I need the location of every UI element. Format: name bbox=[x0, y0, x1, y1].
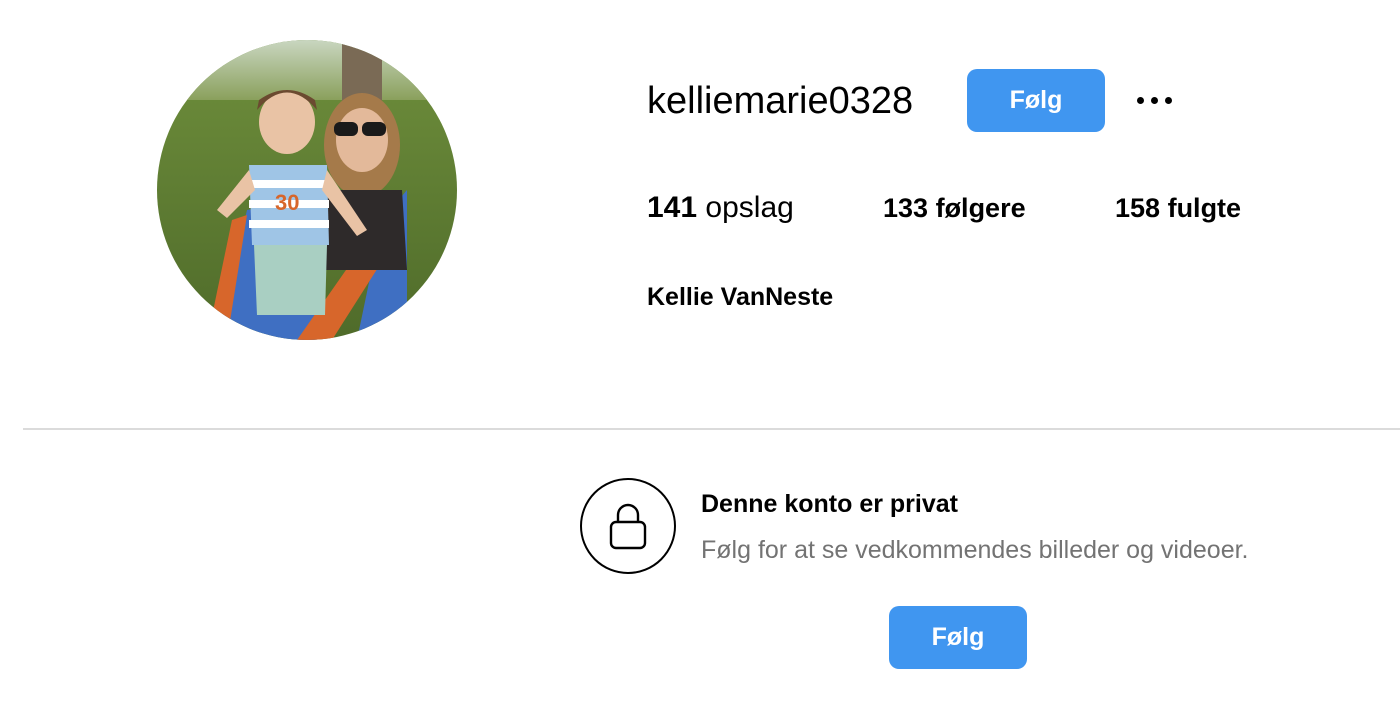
more-dot-icon bbox=[1136, 96, 1144, 104]
private-account-subtitle: Følg for at se vedkommendes billeder og … bbox=[701, 536, 1249, 564]
section-divider bbox=[23, 428, 1400, 430]
private-account-title: Denne konto er privat bbox=[701, 490, 958, 518]
more-dot-icon bbox=[1150, 96, 1158, 104]
followers-stat[interactable]: 133 følgere bbox=[883, 190, 1026, 226]
posts-label: opslag bbox=[705, 191, 794, 224]
avatar[interactable]: 30 bbox=[157, 40, 457, 340]
followers-count: 133 bbox=[883, 193, 929, 223]
follow-button[interactable]: Følg bbox=[967, 69, 1105, 132]
lock-icon bbox=[609, 503, 647, 550]
full-name: Kellie VanNeste bbox=[647, 283, 834, 311]
more-dot-icon bbox=[1164, 96, 1172, 104]
profile-page: 30 kelliemarie0328 Følg 141 opslag 133 f… bbox=[0, 0, 1400, 712]
following-count: 158 bbox=[1115, 193, 1161, 223]
follow-button-private[interactable]: Følg bbox=[889, 606, 1027, 669]
following-label: fulgte bbox=[1167, 193, 1242, 223]
following-stat[interactable]: 158 fulgte bbox=[1115, 190, 1241, 226]
svg-text:30: 30 bbox=[275, 190, 299, 215]
more-options-button[interactable] bbox=[1128, 85, 1180, 115]
lock-icon-circle bbox=[580, 478, 676, 574]
posts-count: 141 bbox=[647, 191, 698, 224]
username: kelliemarie0328 bbox=[647, 80, 914, 122]
followers-label: følgere bbox=[935, 193, 1026, 223]
posts-stat: 141 opslag bbox=[647, 190, 794, 226]
avatar-photo: 30 bbox=[157, 40, 457, 340]
